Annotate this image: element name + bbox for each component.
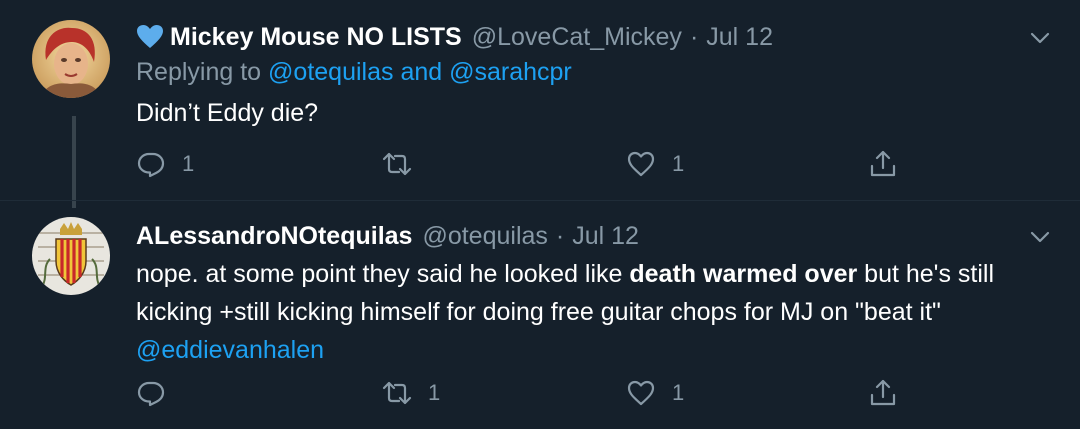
blue-heart-icon <box>136 24 164 50</box>
mention-link[interactable]: @otequilas <box>268 58 393 86</box>
tweet-date[interactable]: Jul 12 <box>572 222 639 251</box>
like-count: 1 <box>672 151 685 176</box>
replying-prefix: Replying to <box>136 58 262 86</box>
replying-to: Replying to @otequilas and @sarahcpr <box>136 58 572 87</box>
like-button[interactable]: 1 <box>626 373 684 413</box>
chevron-down-icon[interactable] <box>1028 26 1052 50</box>
mention-link[interactable]: @sarahcpr <box>449 58 572 86</box>
tweet-header: ALessandroNOtequilas @otequilas · Jul 12 <box>136 219 639 253</box>
tweet-actions: 1 1 <box>136 373 916 413</box>
display-name[interactable]: ALessandroNOtequilas <box>136 222 412 251</box>
share-button[interactable] <box>868 373 898 413</box>
user-handle[interactable]: @LoveCat_Mickey <box>472 23 682 52</box>
avatar-mickey[interactable] <box>32 20 110 98</box>
heart-icon <box>627 151 655 177</box>
display-name[interactable]: Mickey Mouse NO LISTS <box>170 23 462 52</box>
replying-and[interactable]: and <box>400 58 442 86</box>
share-icon <box>870 150 896 177</box>
share-button[interactable] <box>868 144 898 184</box>
thread-connector-line <box>72 116 76 208</box>
retweet-button[interactable]: 1 <box>382 373 440 413</box>
reply-button[interactable]: 1 <box>136 144 194 184</box>
separator-dot: · <box>555 221 565 250</box>
tweet-text-part: nope. at some point they said he looked … <box>136 260 630 288</box>
tweet-date[interactable]: Jul 12 <box>706 23 773 52</box>
retweet-button[interactable] <box>382 144 428 184</box>
tweet-text: Didn’t Eddy die? <box>136 99 319 127</box>
like-count: 1 <box>672 380 685 405</box>
reply-icon <box>137 152 165 178</box>
avatar-alessandro[interactable] <box>32 217 110 295</box>
heart-icon <box>627 380 655 406</box>
mention-link[interactable]: @eddievanhalen <box>136 336 324 364</box>
tweet-header: Mickey Mouse NO LISTS @LoveCat_Mickey · … <box>136 20 773 54</box>
tweet-text: nope. at some point they said he looked … <box>136 255 1046 369</box>
tweet-text-bold: death warmed over <box>629 260 858 288</box>
retweet-count: 1 <box>428 380 441 405</box>
like-button[interactable]: 1 <box>626 144 684 184</box>
separator-dot: · <box>689 22 699 51</box>
reply-button[interactable] <box>136 373 182 413</box>
tweet-alessandro[interactable]: ALessandroNOtequilas @otequilas · Jul 12… <box>0 200 1080 429</box>
chevron-down-icon[interactable] <box>1028 225 1052 249</box>
tweet-mickey[interactable]: Mickey Mouse NO LISTS @LoveCat_Mickey · … <box>0 0 1080 208</box>
retweet-icon <box>382 152 412 176</box>
reply-icon <box>137 381 165 407</box>
tweet-actions: 1 1 <box>136 144 916 184</box>
user-handle[interactable]: @otequilas <box>422 222 547 251</box>
reply-count: 1 <box>182 151 195 176</box>
retweet-icon <box>382 381 412 405</box>
share-icon <box>870 379 896 406</box>
